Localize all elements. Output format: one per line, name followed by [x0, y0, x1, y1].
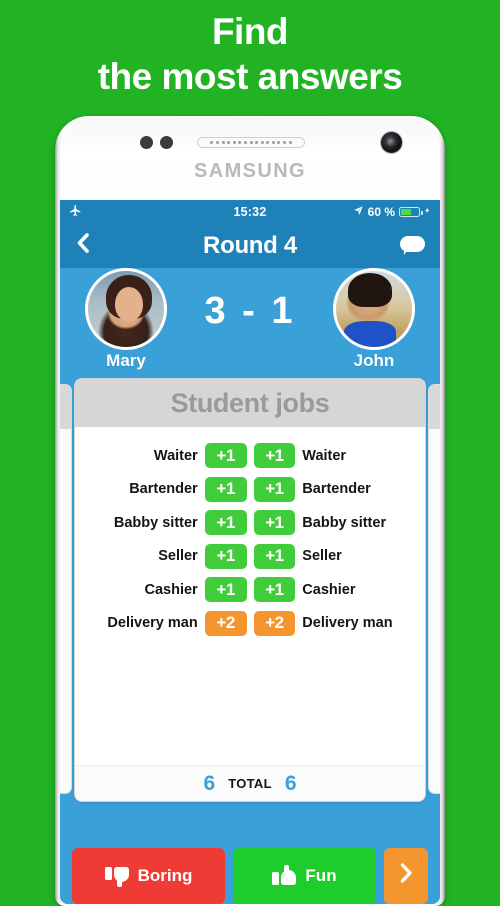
- answer-label-right: Cashier: [302, 581, 356, 598]
- location-arrow-icon: [353, 205, 364, 219]
- answer-label-left: Seller: [158, 548, 198, 565]
- points-badge-right[interactable]: +1: [253, 543, 296, 569]
- points-badge-left[interactable]: +1: [204, 476, 247, 502]
- answer-label-left: Babby sitter: [113, 514, 198, 531]
- phone-inner-frame: SAMSUNG 15:32 60 % Round 4 Mary 3 - 1 Jo…: [60, 118, 440, 904]
- phone-device: SAMSUNG 15:32 60 % Round 4 Mary 3 - 1 Jo…: [55, 116, 445, 906]
- answer-label-left: Delivery man: [107, 615, 198, 632]
- thumbs-down-icon: [104, 867, 129, 887]
- card-peek-next[interactable]: [428, 384, 440, 794]
- table-row: Seller +1 +1 Seller: [83, 540, 417, 574]
- back-button[interactable]: [75, 231, 91, 260]
- players-scoreboard: Mary 3 - 1 John: [60, 267, 440, 378]
- chat-bubble-icon[interactable]: [400, 236, 425, 255]
- answer-label-right: Bartender: [302, 481, 371, 498]
- next-button[interactable]: [384, 848, 428, 904]
- proximity-sensor-icon: [140, 136, 153, 149]
- points-badge-left[interactable]: +1: [204, 443, 247, 469]
- answer-label-right: Waiter: [302, 447, 347, 464]
- earpiece-speaker-icon: [197, 137, 305, 148]
- total-right-value: 6: [284, 771, 297, 795]
- action-bar: Boring Fun: [60, 840, 440, 904]
- table-row: Delivery man +2 +2 Delivery man: [83, 607, 417, 641]
- total-row: 6 TOTAL 6: [75, 765, 425, 801]
- points-badge-left[interactable]: +1: [204, 510, 247, 536]
- table-row: Bartender +1 +1 Bartender: [83, 473, 417, 507]
- boring-button[interactable]: Boring: [72, 848, 225, 904]
- player-left-name: Mary: [106, 350, 146, 370]
- answer-label-right: Delivery man: [302, 615, 393, 632]
- avatar-john[interactable]: [332, 267, 415, 350]
- device-top-bezel: SAMSUNG: [60, 118, 440, 200]
- app-screen: 15:32 60 % Round 4 Mary 3 - 1 John Stude…: [60, 200, 440, 904]
- points-badge-left[interactable]: +1: [204, 577, 247, 603]
- fun-button-label: Fun: [305, 866, 337, 885]
- promo-headline: Find the most answers: [0, 0, 500, 116]
- player-right[interactable]: John: [326, 267, 422, 371]
- points-badge-left[interactable]: +1: [204, 543, 247, 569]
- answer-label-right: Seller: [302, 548, 342, 565]
- score-display: 3 - 1: [204, 289, 296, 332]
- total-label: TOTAL: [228, 776, 272, 791]
- status-bar: 15:32 60 %: [60, 200, 440, 223]
- answer-rows: Waiter +1 +1 Waiter Bartender +1 +1 Bart…: [75, 427, 425, 767]
- points-badge-right[interactable]: +1: [253, 577, 296, 603]
- avatar-mary[interactable]: [85, 267, 167, 350]
- answers-card: Student jobs Waiter +1 +1 Waiter Bartend…: [74, 378, 426, 802]
- card-deck: Student jobs Waiter +1 +1 Waiter Bartend…: [60, 378, 440, 814]
- answer-label-left: Cashier: [144, 581, 198, 598]
- table-row: Babby sitter +1 +1 Babby sitter: [83, 506, 417, 540]
- fun-button[interactable]: Fun: [233, 848, 376, 904]
- player-left[interactable]: Mary: [78, 267, 174, 371]
- navigation-bar: Round 4: [60, 223, 440, 268]
- answer-label-left: Waiter: [153, 447, 198, 464]
- answer-label-right: Babby sitter: [302, 514, 387, 531]
- charging-bolt-icon: [424, 205, 431, 219]
- light-sensor-icon: [160, 136, 173, 149]
- answer-label-left: Bartender: [129, 481, 198, 498]
- table-row: Cashier +1 +1 Cashier: [83, 573, 417, 607]
- battery-percent-label: 60 %: [367, 204, 395, 219]
- battery-icon: [399, 206, 423, 217]
- points-badge-left[interactable]: +2: [204, 610, 247, 636]
- points-badge-right[interactable]: +1: [253, 476, 296, 502]
- thumbs-up-icon: [272, 865, 297, 885]
- player-right-name: John: [353, 350, 395, 370]
- points-badge-right[interactable]: +1: [253, 443, 296, 469]
- status-bar-right: 60 %: [353, 205, 431, 219]
- chevron-right-icon: [398, 861, 414, 891]
- front-camera-icon: [380, 131, 403, 154]
- points-badge-right[interactable]: +2: [253, 610, 296, 636]
- points-badge-right[interactable]: +1: [253, 510, 296, 536]
- device-brand-label: SAMSUNG: [193, 160, 307, 182]
- table-row: Waiter +1 +1 Waiter: [83, 439, 417, 473]
- promo-line-1: Find: [211, 11, 289, 52]
- card-title: Student jobs: [75, 379, 425, 427]
- total-left-value: 6: [203, 771, 216, 795]
- card-peek-previous[interactable]: [60, 384, 72, 794]
- promo-line-2: the most answers: [97, 56, 403, 97]
- boring-button-label: Boring: [137, 866, 193, 885]
- page-title: Round 4: [203, 231, 297, 259]
